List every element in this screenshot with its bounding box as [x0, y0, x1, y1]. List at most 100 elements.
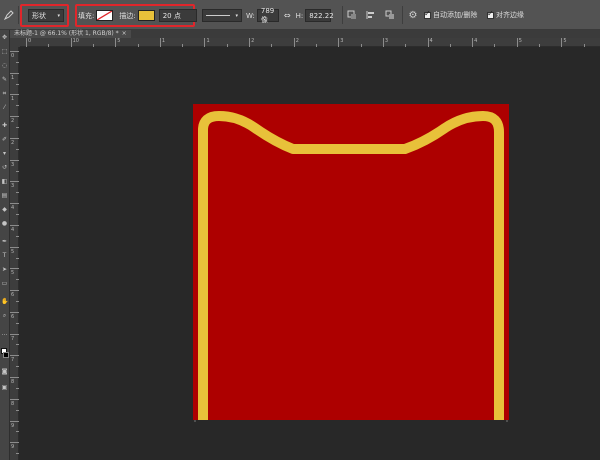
background-color-swatch[interactable]	[3, 352, 9, 358]
document-canvas[interactable]	[193, 104, 512, 422]
ruler-tick	[159, 38, 161, 47]
auto-add-delete-checkbox[interactable]: 自动添加/删除	[424, 9, 477, 20]
options-bar: 形状 ▾ 填充: 描边: 20 点 ▾ W: 789 像 ⇔ H: 822.22	[0, 0, 600, 30]
lasso-tool-icon[interactable]: ◌	[1, 62, 8, 69]
ruler-tick	[293, 38, 295, 47]
ruler-label: 1	[161, 38, 166, 44]
ruler-label: 5	[117, 38, 121, 44]
close-icon[interactable]: ×	[122, 30, 127, 38]
ruler-tick	[10, 224, 19, 226]
stroke-swatch[interactable]	[137, 10, 155, 21]
ruler-label: 4	[474, 38, 478, 44]
ruler-tick	[10, 420, 19, 422]
ruler-tick	[16, 235, 19, 237]
width-label: W:	[246, 11, 255, 20]
canvas-area[interactable]	[20, 48, 600, 460]
ruler-tick	[316, 44, 317, 47]
ruler-tick	[16, 257, 19, 259]
ruler-tick	[405, 44, 407, 47]
stroke-type-select[interactable]: ▾	[202, 9, 242, 22]
zoom-tool-icon[interactable]: ⌕	[1, 312, 8, 319]
gradient-tool-icon[interactable]: ▤	[1, 192, 8, 199]
ruler-tick	[472, 38, 474, 47]
align-edges-checkbox[interactable]: 对齐边缘	[487, 9, 524, 20]
document-tab-title: 未标题-1 @ 66.1% (形状 1, RGB/8) *	[14, 30, 119, 37]
horizontal-ruler[interactable]: 0 10 5 1 1 2 2 3 3 4 4 5 5	[20, 38, 600, 47]
ruler-label: 4	[11, 205, 15, 212]
ruler-tick	[338, 38, 340, 47]
ruler-tick	[10, 51, 19, 52]
ruler-tick	[16, 387, 19, 389]
ruler-label: 2	[251, 38, 255, 44]
eyedropper-tool-icon[interactable]: ⁄	[1, 104, 8, 111]
ruler-label: 1	[11, 74, 15, 81]
ruler-label: 3	[384, 38, 389, 44]
ruler-tick	[137, 44, 139, 47]
ruler-tick	[10, 116, 19, 118]
height-field[interactable]: 822.22	[305, 9, 334, 22]
ruler-tick	[449, 44, 451, 47]
stroke-width-value: 20 点	[162, 11, 181, 20]
gear-icon[interactable]: ⚙	[406, 8, 420, 22]
healing-tool-icon[interactable]: ✚	[1, 122, 8, 129]
ruler-tick	[10, 311, 19, 313]
blur-tool-icon[interactable]: ◆	[1, 206, 8, 213]
stroke-width-field[interactable]: 20 点	[158, 9, 197, 22]
shape-tool-icon[interactable]: ▭	[1, 280, 8, 287]
screen-mode-icon[interactable]: ▣	[1, 384, 8, 391]
link-icon[interactable]: ⇔	[284, 11, 291, 20]
ruler-tick	[16, 170, 19, 172]
path-alignment-icon[interactable]	[364, 8, 378, 22]
quick-mask-icon[interactable]: ◙	[1, 368, 8, 375]
ruler-tick	[10, 290, 19, 292]
ruler-tick	[360, 44, 362, 47]
ruler-tick	[16, 431, 19, 433]
fill-swatch[interactable]	[96, 10, 114, 21]
ruler-corner[interactable]	[10, 38, 20, 47]
ruler-tick	[10, 72, 19, 74]
tools-panel: ✥ ⬚ ◌ ✎ ⌗ ⁄ ✚ ✐ ▾ ↺ ◧ ▤ ◆ ● ✒ T ➤ ▭ ✋ ⌕ …	[0, 30, 10, 460]
tool-mode-select[interactable]: 形状 ▾	[28, 9, 64, 22]
ruler-tick	[16, 366, 19, 368]
ruler-tick	[10, 398, 19, 400]
ruler-tick	[427, 38, 429, 47]
ruler-tick	[16, 127, 19, 129]
more-tools-icon[interactable]: …	[1, 330, 8, 337]
ruler-tick	[70, 38, 72, 47]
hand-tool-icon[interactable]: ✋	[1, 298, 8, 305]
stamp-tool-icon[interactable]: ▾	[1, 150, 8, 157]
height-value: 822.22	[309, 11, 334, 20]
document-tab[interactable]: 未标题-1 @ 66.1% (形状 1, RGB/8) * ×	[10, 30, 131, 38]
history-brush-tool-icon[interactable]: ↺	[1, 164, 8, 171]
pen-icon[interactable]	[2, 8, 16, 22]
ruler-tick	[182, 44, 184, 47]
ruler-tick	[16, 453, 19, 455]
brush-tool-icon[interactable]: ✐	[1, 136, 8, 143]
chevron-down-icon: ▾	[57, 12, 60, 19]
dodge-tool-icon[interactable]: ●	[1, 220, 8, 227]
path-select-tool-icon[interactable]: ➤	[1, 266, 8, 273]
type-tool-icon[interactable]: T	[1, 252, 8, 259]
ruler-label: 5	[11, 270, 15, 277]
width-field[interactable]: 789 像	[256, 6, 279, 24]
ruler-tick	[16, 61, 19, 63]
eraser-tool-icon[interactable]: ◧	[1, 178, 8, 185]
ruler-tick	[16, 83, 19, 85]
vertical-ruler[interactable]: 0 1 1 2 2 3 3 4 4 5 5 6 6 7 7 8 8 9 9	[10, 47, 19, 460]
pen-tool-icon[interactable]: ✒	[1, 238, 8, 245]
ruler-tick	[48, 44, 50, 47]
ruler-tick	[271, 44, 273, 47]
crop-tool-icon[interactable]: ⌗	[1, 90, 8, 97]
ruler-tick	[10, 159, 19, 161]
quick-select-tool-icon[interactable]: ✎	[1, 76, 8, 83]
path-arrangement-icon[interactable]	[383, 8, 397, 22]
ruler-tick	[16, 279, 19, 281]
path-operations-icon[interactable]	[345, 8, 359, 22]
ruler-label: 6	[11, 292, 15, 299]
ruler-tick	[16, 192, 19, 194]
ruler-tick	[10, 333, 19, 335]
marquee-tool-icon[interactable]: ⬚	[1, 48, 8, 55]
width-value: 789 像	[260, 6, 275, 24]
move-tool-icon[interactable]: ✥	[1, 34, 8, 41]
height-label: H:	[295, 11, 304, 20]
